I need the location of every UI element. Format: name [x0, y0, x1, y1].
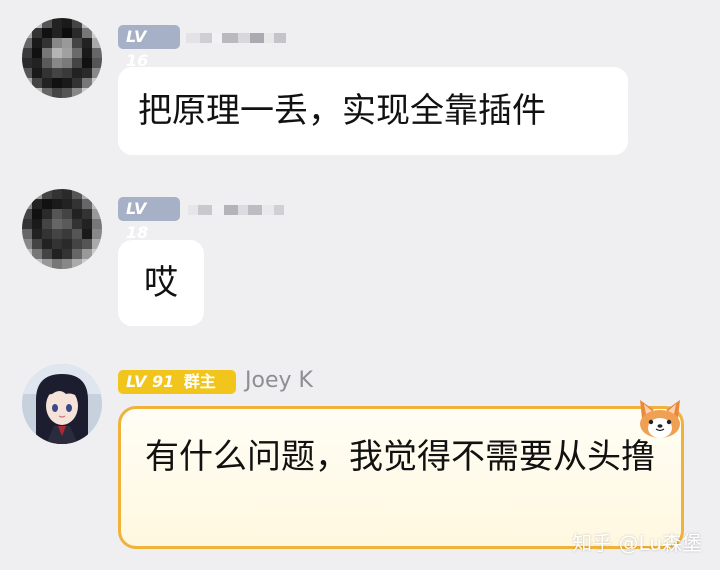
avatar[interactable]	[22, 18, 102, 98]
username[interactable]: Joey K	[245, 368, 313, 393]
watermark: 知乎 @Lu森堡	[572, 531, 702, 555]
avatar[interactable]	[22, 189, 102, 269]
message-bubble[interactable]: 把原理一丢，实现全靠插件	[118, 67, 628, 155]
blurred-username	[188, 199, 284, 221]
blurred-username	[186, 27, 286, 49]
level-badge: LV 18	[118, 197, 180, 242]
message-text: 有什么问题，我觉得不需要从头撸	[145, 437, 655, 477]
avatar[interactable]	[22, 364, 102, 444]
message-text: 哎	[144, 263, 178, 303]
level-badge: LV 16	[118, 25, 180, 70]
chat-message: LV 16 把原理一丢，实现全靠插件	[0, 0, 720, 170]
message-bubble[interactable]: 哎	[118, 240, 204, 326]
anime-girl-avatar	[22, 364, 102, 444]
message-text: 把原理一丢，实现全靠插件	[138, 91, 546, 131]
level-text: LV 91	[126, 372, 175, 391]
pixelated-avatar	[22, 189, 102, 269]
corgi-icon	[640, 400, 680, 438]
owner-role-tag: 群主	[183, 372, 216, 391]
pixelated-avatar	[22, 18, 102, 98]
level-badge: LV 91 群主	[118, 370, 236, 394]
chat-message: LV 18 哎	[0, 170, 720, 340]
